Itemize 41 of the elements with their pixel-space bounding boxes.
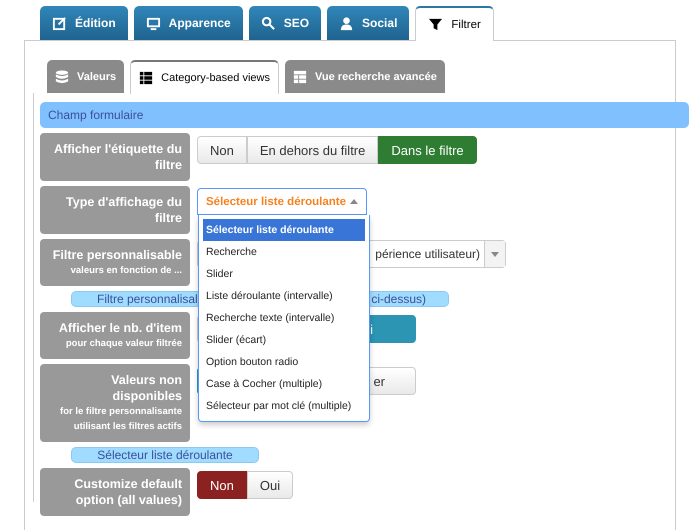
- label-text: Afficher l'étiquette du filtre: [53, 141, 182, 173]
- menu-item[interactable]: Liste déroulante (intervalle): [203, 285, 365, 307]
- filter-icon: [428, 17, 444, 32]
- label-hint: for le filtre personnalisante utilisant les filtres actifs: [59, 405, 182, 434]
- tab[interactable]: SEO: [248, 6, 322, 40]
- menu-item[interactable]: Option bouton radio: [203, 351, 365, 373]
- tab[interactable]: Édition: [40, 6, 128, 40]
- caret-icon: [350, 199, 358, 204]
- label-text: Valeurs non disponibles: [110, 372, 182, 404]
- caret-icon: [491, 252, 499, 256]
- label-hint: pour chaque valeur filtrée: [66, 337, 182, 351]
- label-text: Afficher le nb. d'item: [58, 320, 182, 336]
- label-hint: valeurs en fonction de ...: [70, 264, 182, 278]
- user-icon: [339, 16, 354, 30]
- tab[interactable]: Social: [327, 6, 410, 40]
- tab[interactable]: Apparence: [134, 6, 243, 40]
- toggle-button[interactable]: Non: [197, 471, 247, 499]
- info-text: Filtre personnalisal: [97, 292, 198, 306]
- edit-icon: [52, 16, 67, 30]
- database-icon: [55, 70, 69, 84]
- tab[interactable]: Category-based views: [130, 60, 279, 94]
- table-icon: [292, 70, 307, 84]
- section-header: Champ formulaire: [40, 102, 689, 128]
- toggle-button[interactable]: Dans le filtre: [378, 136, 477, 164]
- label-text: Filtre personnalisable: [52, 247, 182, 263]
- list-icon: [139, 71, 154, 85]
- menu-item[interactable]: Recherche: [203, 241, 365, 263]
- menu-item[interactable]: Case à Cocher (multiple): [203, 373, 365, 395]
- menu-item[interactable]: Sélecteur liste déroulante: [203, 219, 365, 241]
- tab[interactable]: Filtrer: [415, 6, 494, 41]
- toggle-button[interactable]: En dehors du filtre: [246, 136, 378, 164]
- info-text: Sélecteur liste déroulante: [97, 448, 233, 462]
- menu-item[interactable]: Sélecteur par mot clé (multiple): [203, 395, 365, 417]
- toggle-button[interactable]: Oui: [246, 471, 294, 499]
- toggle-button[interactable]: Non: [197, 136, 247, 164]
- search-icon: [260, 16, 276, 30]
- monitor-icon: [146, 16, 161, 30]
- label-text: Customize default option (all values): [73, 476, 182, 508]
- menu-item[interactable]: Slider: [203, 263, 365, 285]
- label-text: Type d'affichage du filtre: [65, 194, 182, 226]
- info-text: ci-dessus): [371, 292, 426, 306]
